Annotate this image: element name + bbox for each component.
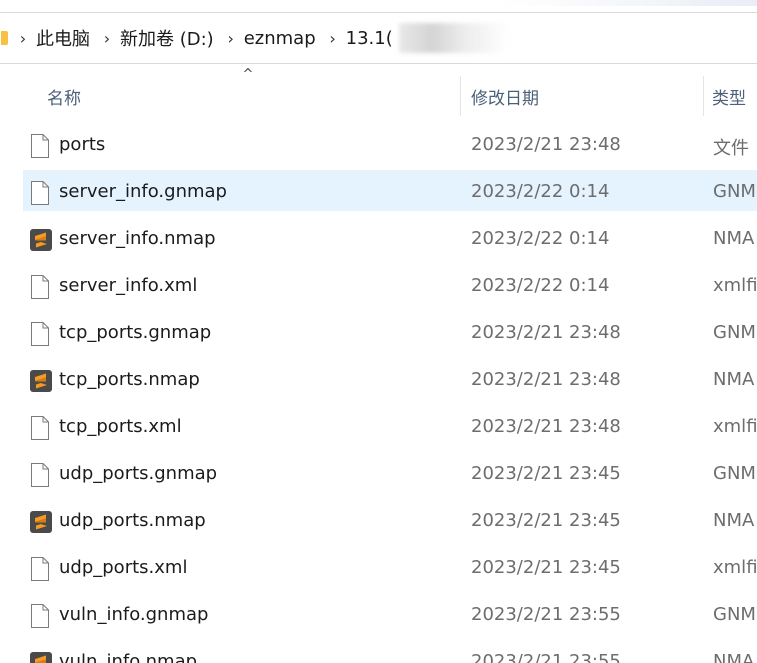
file-type: NMA — [713, 510, 755, 531]
column-header-name[interactable]: 名称 — [47, 84, 81, 109]
chevron-right-icon[interactable]: › — [226, 29, 236, 48]
file-name[interactable]: udp_ports.xml — [59, 557, 187, 578]
redacted-blur — [398, 23, 509, 53]
file-modified-date: 2023/2/21 23:48 — [471, 134, 621, 155]
file-type: xmlfi — [713, 275, 757, 296]
blank-file-icon — [30, 322, 50, 346]
file-modified-date: 2023/2/22 0:14 — [471, 228, 610, 249]
file-modified-date: 2023/2/21 23:48 — [471, 322, 621, 343]
file-row[interactable]: server_info.gnmap 2023/2/22 0:14 GNM — [0, 170, 757, 217]
file-modified-date: 2023/2/21 23:48 — [471, 416, 621, 437]
sublime-text-icon — [30, 228, 52, 252]
file-name[interactable]: server_info.gnmap — [59, 181, 227, 202]
column-header-date[interactable]: 修改日期 — [471, 84, 539, 109]
file-type: GNM — [713, 604, 756, 625]
file-name[interactable]: vuln_info.nmap — [59, 651, 197, 663]
file-row[interactable]: vuln_info.gnmap 2023/2/21 23:55 GNM — [0, 593, 757, 640]
file-modified-date: 2023/2/22 0:14 — [471, 275, 610, 296]
file-type: xmlfi — [713, 557, 757, 578]
blank-file-icon — [30, 416, 50, 440]
file-modified-date: 2023/2/21 23:45 — [471, 510, 621, 531]
file-row[interactable]: udp_ports.nmap 2023/2/21 23:45 NMA — [0, 499, 757, 546]
file-explorer-window: › 此电脑 › 新加卷 (D:) › eznmap › 13.1( ^ 名称 修… — [0, 0, 757, 663]
blank-file-icon — [30, 463, 50, 487]
sublime-text-icon — [30, 369, 52, 393]
column-header-type[interactable]: 类型 — [712, 84, 746, 109]
file-name[interactable]: tcp_ports.xml — [59, 416, 182, 437]
column-divider[interactable] — [703, 76, 704, 116]
file-modified-date: 2023/2/22 0:14 — [471, 181, 610, 202]
column-header-row: ^ 名称 修改日期 类型 — [0, 64, 757, 128]
file-row[interactable]: ports 2023/2/21 23:48 文件 — [0, 123, 757, 170]
file-type: xmlfi — [713, 416, 757, 437]
file-type: NMA — [713, 228, 755, 249]
file-type: 文件 — [713, 138, 749, 159]
file-row[interactable]: udp_ports.gnmap 2023/2/21 23:45 GNM — [0, 452, 757, 499]
blank-file-icon — [30, 604, 50, 628]
file-name[interactable]: tcp_ports.nmap — [59, 369, 200, 390]
file-list: ports 2023/2/21 23:48 文件 server_info.gnmap 2… — [0, 123, 757, 663]
title-strip — [0, 0, 757, 12]
file-modified-date: 2023/2/21 23:48 — [471, 369, 621, 390]
file-name[interactable]: ports — [59, 134, 105, 155]
chevron-right-icon[interactable]: › — [18, 29, 28, 48]
file-name[interactable]: server_info.xml — [59, 275, 197, 296]
file-modified-date: 2023/2/21 23:55 — [471, 651, 621, 663]
file-row[interactable]: server_info.xml 2023/2/22 0:14 xmlfi — [0, 264, 757, 311]
blank-file-icon — [30, 557, 50, 581]
file-type: GNM — [713, 463, 756, 484]
file-name[interactable]: udp_ports.gnmap — [59, 463, 217, 484]
file-row[interactable]: vuln_info.nmap 2023/2/21 23:55 NMA — [0, 640, 757, 663]
sort-ascending-icon: ^ — [242, 67, 254, 82]
file-modified-date: 2023/2/21 23:55 — [471, 604, 621, 625]
chevron-right-icon[interactable]: › — [328, 29, 338, 48]
chevron-right-icon[interactable]: › — [102, 29, 112, 48]
file-row[interactable]: udp_ports.xml 2023/2/21 23:45 xmlfi — [0, 546, 757, 593]
breadcrumb-current-folder[interactable]: 13.1( — [346, 28, 393, 49]
address-bar[interactable]: › 此电脑 › 新加卷 (D:) › eznmap › 13.1( — [0, 12, 757, 64]
folder-icon — [1, 31, 8, 45]
file-name[interactable]: vuln_info.gnmap — [59, 604, 208, 625]
file-name[interactable]: udp_ports.nmap — [59, 510, 206, 531]
file-type: NMA — [713, 369, 755, 390]
file-name[interactable]: tcp_ports.gnmap — [59, 322, 211, 343]
sublime-text-icon — [30, 651, 52, 663]
blank-file-icon — [30, 275, 50, 299]
breadcrumb-eznmap[interactable]: eznmap — [244, 28, 316, 49]
breadcrumb-drive-d[interactable]: 新加卷 (D:) — [120, 25, 214, 51]
file-row[interactable]: tcp_ports.xml 2023/2/21 23:48 xmlfi — [0, 405, 757, 452]
blank-file-icon — [30, 181, 50, 205]
sublime-text-icon — [30, 510, 52, 534]
file-row[interactable]: tcp_ports.nmap 2023/2/21 23:48 NMA — [0, 358, 757, 405]
file-row[interactable]: server_info.nmap 2023/2/22 0:14 NMA — [0, 217, 757, 264]
file-modified-date: 2023/2/21 23:45 — [471, 463, 621, 484]
file-type: GNM — [713, 322, 756, 343]
column-divider[interactable] — [460, 76, 461, 116]
file-type: NMA — [713, 651, 755, 663]
file-row[interactable]: tcp_ports.gnmap 2023/2/21 23:48 GNM — [0, 311, 757, 358]
blank-file-icon — [30, 134, 50, 158]
file-modified-date: 2023/2/21 23:45 — [471, 557, 621, 578]
file-type: GNM — [713, 181, 756, 202]
breadcrumb-this-pc[interactable]: 此电脑 — [36, 25, 90, 51]
file-name[interactable]: server_info.nmap — [59, 228, 216, 249]
